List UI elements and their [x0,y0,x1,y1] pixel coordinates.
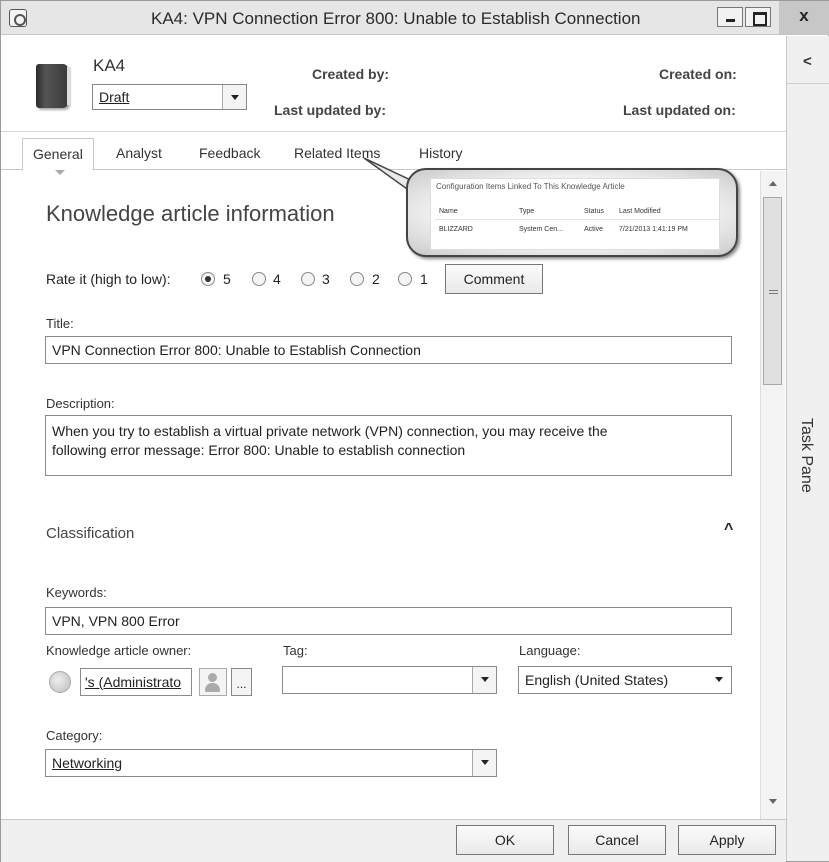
title-label: Title: [46,316,74,331]
last-updated-on-label: Last updated on: [623,102,736,118]
scroll-down-arrow-icon[interactable] [769,799,777,804]
ok-button[interactable]: OK [456,825,554,855]
knowledge-book-icon [36,64,71,108]
cancel-button[interactable]: Cancel [568,825,666,855]
status-value: Draft [99,89,130,105]
column-header-type: Type [519,208,535,215]
created-on-label: Created on: [659,66,737,82]
chevron-down-icon[interactable] [472,750,496,776]
rating-radio-2[interactable] [350,272,364,286]
task-pane-divider [787,83,829,84]
user-picker-icon[interactable] [199,668,227,696]
rating-label-5: 5 [223,271,231,287]
owner-label: Knowledge article owner: [46,643,192,658]
category-dropdown[interactable]: Networking [45,749,497,777]
task-pane-label[interactable]: Task Pane [797,418,815,493]
knowledge-article-window: KA4: VPN Connection Error 800: Unable to… [0,0,829,862]
rating-radio-4[interactable] [252,272,266,286]
rating-label-4: 4 [273,271,281,287]
dialog-footer: OK Cancel Apply [1,819,786,862]
title-bar: KA4: VPN Connection Error 800: Unable to… [1,1,829,35]
rate-label: Rate it (high to low): [46,271,171,287]
owner-status-icon [49,671,71,693]
app-icon[interactable] [9,9,27,27]
collapse-chevron-icon[interactable]: ^ [724,521,733,539]
owner-value: 's (Administrato [85,674,182,690]
section-title: Knowledge article information [46,201,335,226]
content-scrollbar[interactable] [760,171,785,819]
article-header: KA4 Draft Created by: Last updated by: C… [1,36,786,132]
rating-radio-5[interactable] [201,272,215,286]
keywords-field[interactable]: VPN, VPN 800 Error [45,607,732,635]
tab-general[interactable]: General [22,138,94,175]
browse-owner-button[interactable]: ... [231,668,252,696]
cell-type: System Cen... [519,226,563,233]
linked-items-preview: Configuration Items Linked To This Knowl… [430,178,720,250]
rating-label-2: 2 [372,271,380,287]
rating-label-1: 1 [420,271,428,287]
cell-status: Active [584,226,604,233]
chevron-down-icon[interactable] [222,85,246,109]
last-updated-by-label: Last updated by: [274,102,387,118]
tab-feedback[interactable]: Feedback [189,138,270,170]
maximize-button[interactable] [745,7,771,27]
table-divider [435,219,719,220]
category-label: Category: [46,728,103,743]
language-value: English (United States) [525,672,669,688]
description-line-1: When you try to establish a virtual priv… [52,423,608,439]
title-field[interactable]: VPN Connection Error 800: Unable to Esta… [45,336,732,364]
column-header-status: Status [584,208,604,215]
grip-icon [769,290,778,294]
scrollbar-thumb[interactable] [763,197,782,385]
cell-last-modified: 7/21/2013 1:41:19 PM [619,226,688,233]
classification-heading: Classification [46,525,135,542]
task-pane[interactable]: < Task Pane [786,36,829,861]
chevron-down-icon[interactable] [707,667,731,693]
window-title: KA4: VPN Connection Error 800: Unable to… [151,9,641,28]
owner-field[interactable]: 's (Administrato [80,668,192,696]
language-label: Language: [519,643,581,658]
scroll-up-arrow-icon[interactable] [769,181,777,186]
rating-radio-1[interactable] [398,272,412,286]
tag-dropdown[interactable] [282,666,497,694]
tag-label: Tag: [283,643,308,658]
expand-task-pane-icon[interactable]: < [803,53,812,70]
cell-name: BLIZZARD [439,226,473,233]
column-header-last-modified: Last Modified [619,208,661,215]
chevron-down-icon[interactable] [472,667,496,693]
column-header-name: Name [439,208,458,215]
language-dropdown[interactable]: English (United States) [518,666,732,694]
description-line-2: following error message: Error 800: Unab… [52,442,466,458]
article-id: KA4 [93,56,126,75]
related-items-callout: Configuration Items Linked To This Knowl… [406,168,738,257]
general-tab-content: Knowledge article information Rate it (h… [1,171,759,819]
rating-label-3: 3 [322,271,330,287]
category-value: Networking [52,755,123,771]
description-field[interactable]: When you try to establish a virtual priv… [45,415,732,476]
apply-button[interactable]: Apply [678,825,776,855]
rating-radio-3[interactable] [301,272,315,286]
description-label: Description: [46,396,115,411]
comment-button[interactable]: Comment [445,264,543,294]
status-dropdown[interactable]: Draft [92,84,247,110]
close-button[interactable]: x [779,1,829,35]
minimize-button[interactable] [717,7,743,27]
created-by-label: Created by: [312,66,390,82]
tab-analyst[interactable]: Analyst [106,138,172,170]
callout-title: Configuration Items Linked To This Knowl… [436,182,625,191]
keywords-label: Keywords: [46,585,107,600]
